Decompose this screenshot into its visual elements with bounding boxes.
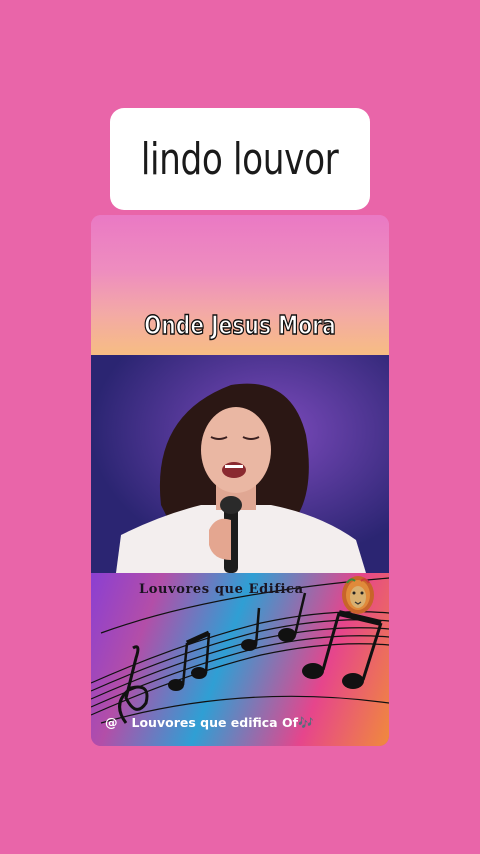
video-title: Onde Jesus Mora <box>144 310 337 342</box>
channel-handle: @ Louvores que edifica Of🎶 <box>105 715 314 731</box>
video-card[interactable]: Onde Jesus Mora Louvores que Edifica @ L… <box>91 215 389 746</box>
singer-image <box>91 355 389 573</box>
handle-text: Louvores que edifica Of🎶 <box>131 715 314 730</box>
lion-logo-icon <box>342 576 374 614</box>
handle-at: @ <box>105 715 118 730</box>
caption-box: lindo louvor <box>110 108 370 210</box>
brand-name: Louvores que Edifica <box>139 582 304 597</box>
caption-text: lindo louvor <box>141 133 339 185</box>
video-frame[interactable] <box>91 355 389 573</box>
